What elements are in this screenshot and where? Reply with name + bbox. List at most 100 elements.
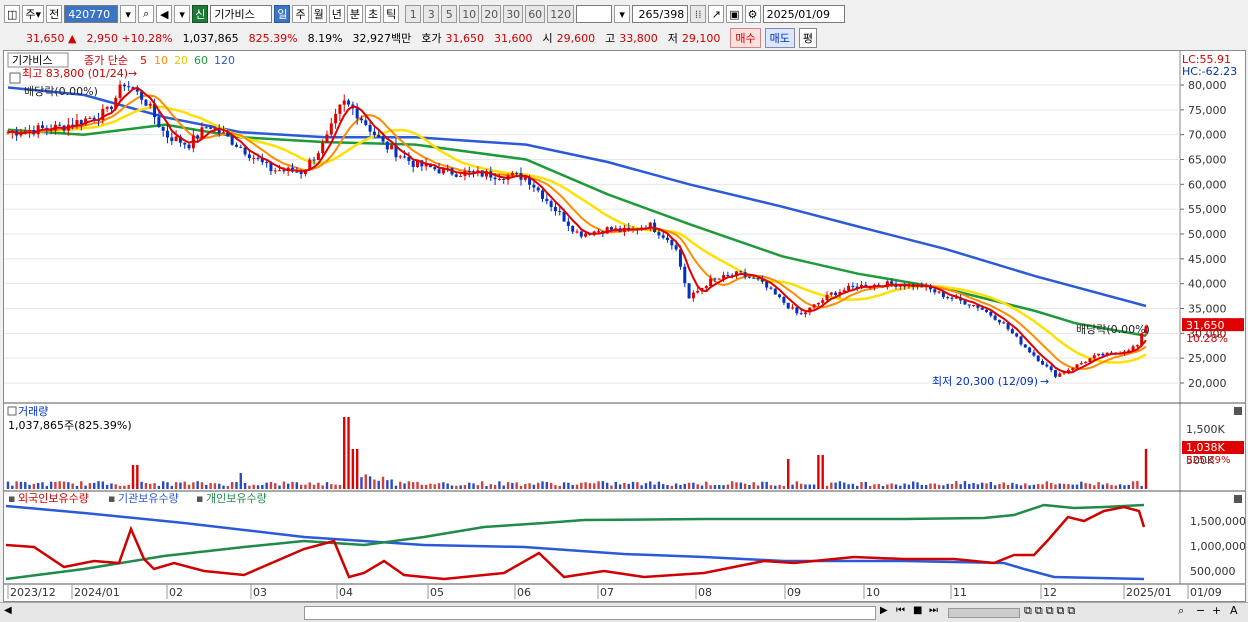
grid-icon[interactable]: ⁞⁞	[690, 5, 707, 23]
custom-interval-input[interactable]	[576, 5, 613, 23]
buy-button[interactable]: 매수	[730, 28, 761, 48]
interval-tab-0[interactable]: 1	[405, 5, 422, 23]
volume-toggle-icon[interactable]	[7, 406, 17, 416]
volume-close-icon[interactable]	[1234, 407, 1242, 415]
y-tick-label: 35,000	[1188, 303, 1227, 316]
period-tab-6[interactable]: 틱	[383, 5, 400, 23]
candle-body	[825, 294, 829, 301]
candle-body	[234, 144, 238, 147]
volume-bar	[489, 484, 492, 489]
speaker-icon[interactable]: ◀	[156, 5, 173, 23]
chart-svg[interactable]: 80,000 75,000 70,000 65,000 60,000 55,000 50,0…	[4, 51, 1246, 601]
candle-body	[187, 144, 191, 149]
speaker-dropdown-icon[interactable]: ▾	[174, 5, 191, 23]
candle-body	[118, 84, 122, 98]
current-price: 31,650 ▲	[26, 32, 76, 45]
volume-bar	[36, 482, 40, 489]
volume-bar	[41, 482, 44, 489]
volume-bar	[812, 484, 816, 489]
volume-bar	[808, 484, 811, 489]
interval-tab-6[interactable]: 60	[525, 5, 546, 23]
interval-tab-4[interactable]: 20	[481, 5, 502, 23]
volume-bar	[649, 481, 652, 489]
volume-bar	[532, 484, 536, 489]
candle-body	[816, 302, 820, 305]
zoom-slider[interactable]	[948, 608, 1020, 618]
font-size-icon[interactable]: A	[1230, 604, 1238, 617]
date-input[interactable]: 2025/01/09	[762, 5, 845, 23]
volume-bar	[545, 481, 549, 489]
plus-icon[interactable]: +	[1212, 604, 1221, 617]
candle-body	[674, 245, 678, 250]
volume-bar	[140, 481, 143, 489]
foreign-legend: 외국인보유수량	[18, 492, 89, 505]
gear-icon[interactable]: ⚙	[744, 5, 761, 23]
candle-body	[411, 160, 415, 167]
custom-interval-dropdown-icon[interactable]: ▾	[614, 5, 631, 23]
draw-tool-icon[interactable]: ↗	[708, 5, 725, 23]
x-tick-label: 2025/01	[1126, 586, 1172, 599]
stop-icon[interactable]: ■	[913, 605, 922, 616]
period-tab-5[interactable]: 초	[364, 5, 382, 23]
period-tab-3[interactable]: 년	[328, 5, 345, 23]
scroll-bar[interactable]: ◀ ▶ ⏮ ■ ⏭ ⧉⧉⧉⧉⧉ ⌕ − + A	[0, 602, 1248, 622]
code-dropdown-icon[interactable]: ▾	[120, 5, 137, 23]
holdings-bullet-icon-3: ▪	[196, 492, 203, 505]
candle-body	[385, 141, 389, 150]
candle-body	[985, 309, 989, 312]
volume-bar	[248, 485, 251, 489]
candle-body	[1019, 336, 1023, 345]
sell-button[interactable]: 매도	[764, 28, 795, 48]
volume-bar	[243, 483, 247, 489]
candle-body	[347, 100, 351, 105]
minus-icon[interactable]: −	[1196, 604, 1205, 617]
chart-area[interactable]: 80,000 75,000 70,000 65,000 60,000 55,000 50,0…	[3, 50, 1246, 602]
candle-body	[295, 171, 299, 173]
candle-body	[1071, 368, 1075, 370]
interval-tab-1[interactable]: 3	[423, 5, 440, 23]
period-tab-2[interactable]: 월	[310, 5, 327, 23]
forward-icon[interactable]: ⏭	[929, 605, 938, 616]
volume-bar	[485, 485, 488, 489]
prev-button[interactable]: 전	[46, 5, 63, 23]
up-arrow-icon: ▲	[68, 31, 77, 45]
period-tab-1[interactable]: 주	[292, 5, 309, 23]
save-icon[interactable]: ▣	[726, 5, 743, 23]
candle-body	[493, 177, 497, 180]
search-icon[interactable]: ⌕	[138, 5, 155, 23]
candle-body	[752, 277, 756, 279]
candle-body	[1092, 355, 1096, 359]
interval-tab-2[interactable]: 5	[441, 5, 458, 23]
holdings-close-icon[interactable]	[1234, 495, 1242, 503]
scroll-right-icon[interactable]: ▶	[880, 605, 888, 616]
volume-bar	[506, 482, 510, 489]
count-input[interactable]: 265/398	[632, 5, 689, 23]
candle-body	[803, 312, 807, 315]
zoom-out-icon[interactable]: ⌕	[1178, 604, 1184, 618]
volume-bar	[308, 482, 311, 489]
rewind-icon[interactable]: ⏮	[896, 605, 905, 616]
volume-bar	[537, 482, 540, 489]
tool-icons[interactable]: ⧉⧉⧉⧉⧉	[1024, 604, 1078, 618]
stock-name-field[interactable]: 기가비스	[210, 5, 273, 23]
period-tab-4[interactable]: 분	[346, 5, 363, 23]
candle-body	[791, 307, 795, 309]
volume-bar	[752, 482, 755, 489]
legend-toggle-icon[interactable]	[9, 72, 21, 84]
code-input[interactable]: 420770	[64, 5, 119, 23]
volume-bar	[420, 484, 424, 489]
window-icon[interactable]: ◫	[4, 5, 21, 23]
volume-bar	[6, 481, 10, 489]
candle-body	[437, 169, 441, 174]
interval-tab-7[interactable]: 120	[547, 5, 575, 23]
volume-bar	[614, 481, 617, 489]
interval-tab-3[interactable]: 10	[459, 5, 480, 23]
period-tab-0[interactable]: 일	[274, 5, 291, 23]
average-button[interactable]: 평	[798, 28, 818, 48]
scroll-thumb[interactable]	[304, 606, 876, 620]
scroll-left-icon[interactable]: ◀	[4, 605, 12, 616]
candle-body	[584, 233, 588, 237]
interval-tab-5[interactable]: 30	[503, 5, 524, 23]
price-value: 31,650	[26, 31, 65, 45]
market-select[interactable]: 주 ▾	[22, 5, 45, 23]
